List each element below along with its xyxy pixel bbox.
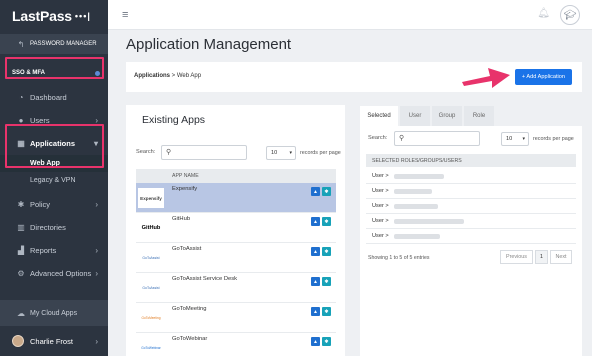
search-label: Search: bbox=[136, 149, 156, 155]
settings-icon: ⚙ bbox=[17, 269, 25, 278]
sidebar-item-advanced-options[interactable]: ⚙ Advanced Options › bbox=[0, 262, 108, 285]
gotoassist-service-desk-logo: GoToAssist bbox=[142, 286, 160, 290]
next-page-button[interactable]: Next bbox=[550, 250, 572, 264]
sidebar-item-directories[interactable]: ▥ Directories bbox=[0, 216, 108, 239]
page-1-button[interactable]: 1 bbox=[535, 250, 548, 264]
redacted-value bbox=[394, 234, 440, 239]
lastpass-logo[interactable]: LastPass •••| bbox=[0, 0, 108, 32]
gear-icon[interactable]: ✱ bbox=[322, 217, 331, 226]
page-title: Application Management bbox=[126, 36, 292, 53]
records-label: records per page bbox=[300, 150, 341, 156]
person-icon[interactable]: ▲ bbox=[311, 307, 320, 316]
gear-icon[interactable]: ✱ bbox=[322, 187, 331, 196]
github-logo: GitHub bbox=[141, 225, 161, 231]
panel-title: Existing Apps bbox=[142, 114, 206, 126]
search-icon: ⚲ bbox=[399, 135, 405, 142]
gear-icon[interactable]: ✱ bbox=[322, 247, 331, 256]
search-icon: ⚲ bbox=[166, 149, 172, 156]
columns-icon: ▥ bbox=[17, 223, 25, 232]
gotowebinar-logo: GoToWebinar bbox=[141, 346, 161, 350]
gotoassist-logo: GoToAssist bbox=[142, 256, 160, 260]
chevron-right-icon: › bbox=[95, 246, 98, 255]
caret-down-icon: ▾ bbox=[522, 136, 525, 142]
person-icon[interactable]: ▲ bbox=[311, 217, 320, 226]
sidebar: LastPass •••| ↰ PASSWORD MANAGER SSO & MF… bbox=[0, 0, 108, 356]
avatar bbox=[12, 335, 24, 347]
applications-highlight-box bbox=[5, 124, 104, 168]
table-row[interactable]: User > bbox=[366, 199, 576, 214]
records-per-page-select[interactable]: 10 ▾ bbox=[501, 132, 529, 146]
my-cloud-apps-link[interactable]: ☁ My Cloud Apps bbox=[0, 300, 108, 326]
bell-icon[interactable]: 🔔︎ bbox=[537, 8, 550, 19]
sso-highlight-box bbox=[5, 57, 104, 79]
sidebar-item-reports[interactable]: ▟ Reports › bbox=[0, 239, 108, 262]
user-menu[interactable]: Charlie Frost › bbox=[0, 326, 108, 356]
sidebar-item-dashboard[interactable]: ◔ Dashboard bbox=[0, 86, 108, 109]
tab-user[interactable]: User bbox=[400, 106, 430, 126]
table-row[interactable]: User > bbox=[366, 214, 576, 229]
annotation-arrow-icon bbox=[462, 68, 510, 88]
person-icon[interactable]: ▲ bbox=[311, 187, 320, 196]
table-header: SELECTED ROLES/GROUPS/USERS bbox=[366, 154, 576, 167]
cloud-icon: ☁ bbox=[17, 308, 25, 318]
breadcrumb: Applications > Web App bbox=[134, 73, 202, 79]
redacted-value bbox=[394, 174, 444, 179]
graduation-cap-icon[interactable]: 🎓︎ bbox=[560, 5, 580, 25]
table-row[interactable]: GoToMeeting GoToMeeting ▲ ✱ bbox=[136, 303, 336, 333]
search-input[interactable]: ⚲ bbox=[161, 145, 247, 160]
redacted-value bbox=[394, 204, 438, 209]
hamburger-menu-icon[interactable]: ≡ bbox=[122, 9, 128, 21]
search-input[interactable]: ⚲ bbox=[394, 131, 480, 146]
table-row[interactable]: GoToWebinar GoToWebinar ▲ ✱ bbox=[136, 333, 336, 356]
gotomeeting-logo: GoToMeeting bbox=[141, 316, 161, 320]
records-per-page-select[interactable]: 10 ▾ bbox=[266, 146, 296, 160]
gear-icon[interactable]: ✱ bbox=[322, 277, 331, 286]
tab-role[interactable]: Role bbox=[464, 106, 494, 126]
add-application-button[interactable]: + Add Application bbox=[514, 69, 572, 85]
selected-panel: Search: ⚲ 10 ▾ records per page SELECTED … bbox=[360, 126, 582, 356]
search-label: Search: bbox=[368, 135, 388, 141]
existing-apps-panel: Existing Apps Search: ⚲ 10 ▾ records per … bbox=[126, 105, 345, 356]
redacted-value bbox=[394, 219, 464, 224]
table-row[interactable]: User > bbox=[366, 184, 576, 199]
caret-down-icon: ▾ bbox=[289, 150, 292, 156]
chevron-right-icon: › bbox=[95, 200, 98, 209]
table-row[interactable]: GitHub GitHub ▲ ✱ bbox=[136, 213, 336, 243]
table-row[interactable]: User > bbox=[366, 229, 576, 244]
gear-icon[interactable]: ✱ bbox=[322, 307, 331, 316]
table-row[interactable]: GoToAssist GoToAssist Service Desk ▲ ✱ bbox=[136, 273, 336, 303]
chart-icon: ▟ bbox=[17, 246, 25, 255]
dashboard-icon: ◔ bbox=[18, 93, 24, 102]
top-bar: ≡ 🔔︎ 🎓︎ bbox=[108, 0, 592, 30]
person-icon[interactable]: ▲ bbox=[311, 337, 320, 346]
tab-group[interactable]: Group bbox=[432, 106, 462, 126]
chevron-right-icon: › bbox=[95, 336, 98, 346]
records-label: records per page bbox=[533, 136, 574, 142]
entries-info: Showing 1 to 5 of 5 entries bbox=[368, 255, 430, 261]
chevron-right-icon: › bbox=[95, 269, 98, 278]
expensify-logo: Expensify bbox=[138, 188, 164, 208]
table-header: APP NAME bbox=[136, 169, 336, 183]
gear-icon[interactable]: ✱ bbox=[322, 337, 331, 346]
tab-selected[interactable]: Selected bbox=[360, 106, 398, 126]
redacted-value bbox=[394, 189, 432, 194]
person-icon[interactable]: ▲ bbox=[311, 247, 320, 256]
previous-page-button[interactable]: Previous bbox=[500, 250, 533, 264]
sidebar-footer: ☁ My Cloud Apps Charlie Frost › bbox=[0, 300, 108, 356]
sidebar-item-legacy-vpn[interactable]: Legacy & VPN bbox=[0, 172, 108, 189]
back-arrow-icon: ↰ bbox=[17, 39, 25, 49]
person-icon[interactable]: ▲ bbox=[311, 277, 320, 286]
table-row[interactable]: User > bbox=[366, 169, 576, 184]
table-row[interactable]: GoToAssist GoToAssist ▲ ✱ bbox=[136, 243, 336, 273]
password-manager-link[interactable]: ↰ PASSWORD MANAGER bbox=[0, 34, 108, 54]
table-row[interactable]: Expensify Expensify ▲ ✱ bbox=[136, 183, 336, 213]
gear-icon: ✱ bbox=[17, 200, 25, 209]
sidebar-item-policy[interactable]: ✱ Policy › bbox=[0, 193, 108, 216]
